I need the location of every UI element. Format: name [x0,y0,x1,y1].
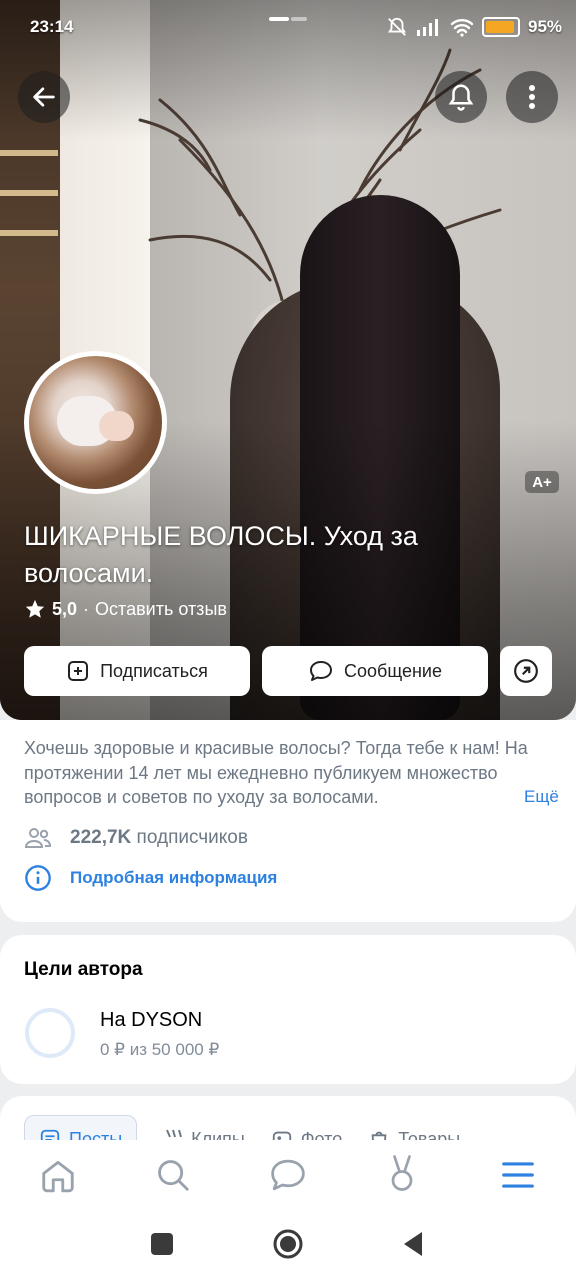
cover-shelf [0,150,58,156]
age-badge: A+ [525,471,559,493]
star-icon [25,599,45,618]
wifi-icon [450,19,474,37]
battery-percent: 95% [528,17,563,36]
rating-value: 5,0 [52,598,78,619]
notch-indicator [291,17,307,21]
avatar-image [29,356,162,489]
share-button[interactable] [500,646,552,696]
services-icon[interactable] [384,1152,420,1194]
home-system-button[interactable] [272,1228,304,1260]
followers-row[interactable]: 222,7K подписчиков [24,826,248,850]
users-icon [24,828,52,848]
mute-icon [387,17,407,36]
followers-label: подписчиков [131,827,248,848]
share-arrow-icon [514,659,538,683]
goals-card [0,935,576,1084]
status-icons: 95% [386,16,562,38]
rating-separator: · [83,598,90,619]
rating-row: 5,0 · Оставить отзыв [24,598,227,620]
avatar[interactable] [24,351,167,494]
menu-icon[interactable] [499,1158,537,1192]
page-title: ШИКАРНЫЕ ВОЛОСЫ. Уход за волосами. [24,521,418,588]
notch-indicator [269,17,289,21]
more-link[interactable]: Ещё [518,787,559,807]
goal-progress-text: 0 ₽ из 50 000 ₽ [100,1040,220,1059]
text-fade [470,785,516,813]
cover-shelf [0,190,58,196]
subscribe-button[interactable]: Подписаться [24,646,250,696]
back-system-button[interactable] [400,1230,426,1258]
subscribe-label: Подписаться [100,660,208,681]
message-button[interactable]: Сообщение [262,646,488,696]
goal-progress-ring [24,1007,76,1059]
system-navigation [0,1212,576,1280]
cover-shelf [0,230,58,236]
signal-icon [417,19,438,36]
messages-icon[interactable] [268,1156,308,1194]
more-vertical-icon [529,85,535,109]
chat-icon [310,661,333,681]
review-link[interactable]: Оставить отзыв [95,599,227,620]
plus-square-icon [68,661,89,681]
home-icon[interactable] [39,1156,77,1194]
bottom-navigation [0,1140,576,1212]
goal-name[interactable]: На DYSON [100,1009,202,1032]
battery-icon [482,17,520,37]
back-button[interactable] [18,71,70,123]
notifications-button[interactable] [435,71,487,123]
info-icon [25,865,51,891]
more-button[interactable] [506,71,558,123]
goals-heading: Цели автора [24,959,143,980]
followers-count: 222,7K [70,827,132,848]
search-icon[interactable] [154,1156,192,1194]
status-time: 23:14 [30,17,74,36]
message-label: Сообщение [344,660,442,681]
recents-button[interactable] [151,1233,173,1255]
arrow-left-icon [33,87,55,107]
bell-icon [448,84,474,111]
details-row[interactable]: Подробная информация [24,864,277,892]
details-link[interactable]: Подробная информация [70,868,277,888]
